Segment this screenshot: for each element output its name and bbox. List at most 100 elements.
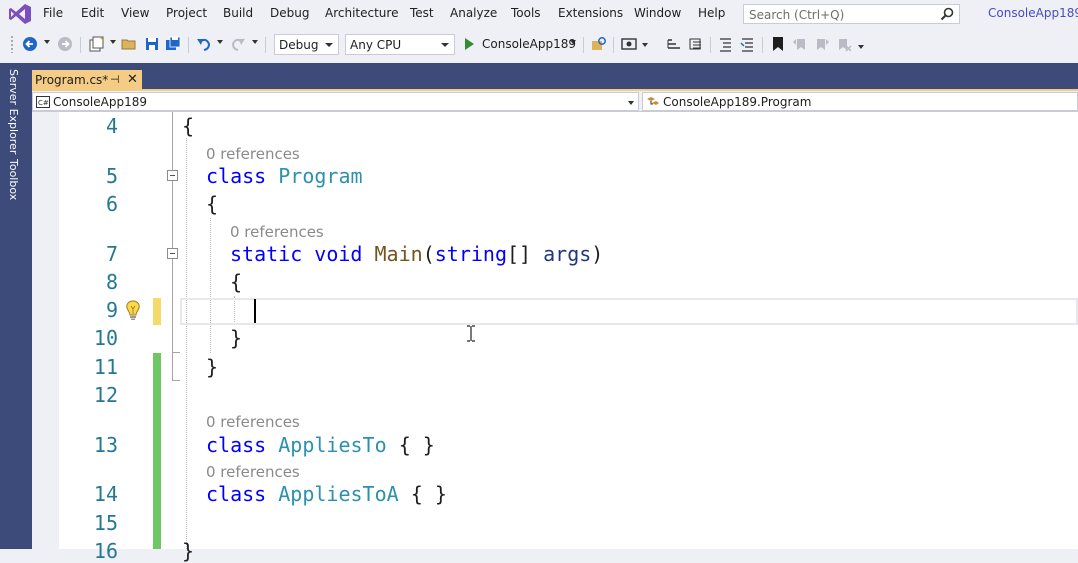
tab-label: Program.cs* xyxy=(35,73,109,87)
menu-help[interactable]: Help xyxy=(698,6,725,20)
keyword-class: class xyxy=(206,482,267,506)
search-icon xyxy=(940,7,954,21)
forward-icon[interactable] xyxy=(57,36,73,52)
type-dropdown[interactable]: ConsoleApp189.Program xyxy=(642,92,1078,111)
chevron-down-icon xyxy=(628,101,634,105)
visual-studio-logo-icon[interactable] xyxy=(8,3,32,25)
toolbar-separator xyxy=(762,37,763,53)
parameter-args: args xyxy=(543,242,592,266)
project-value: ConsoleApp189 xyxy=(53,95,147,109)
code-open-namespace-brace: { xyxy=(182,114,195,138)
left-dock-strip: Server Explorer Toolbox xyxy=(0,63,32,549)
code-close-class-brace: } xyxy=(206,355,219,379)
chevron-down-icon xyxy=(325,43,333,47)
next-bookmark-icon[interactable] xyxy=(814,36,830,52)
menu-build[interactable]: Build xyxy=(223,6,253,20)
current-line-highlight xyxy=(180,298,1078,325)
undo-icon[interactable] xyxy=(196,36,212,52)
uncomment-lines-icon[interactable] xyxy=(740,36,756,52)
new-project-icon[interactable] xyxy=(88,36,104,52)
step-over-icon[interactable] xyxy=(666,36,682,52)
toolbar-separator xyxy=(710,37,711,53)
indent-guide xyxy=(186,138,187,549)
codelens-references[interactable]: 0 references xyxy=(230,223,324,241)
pin-icon[interactable]: ⊣ xyxy=(110,73,120,86)
find-in-files-icon[interactable] xyxy=(591,36,607,52)
dropdown-icon[interactable] xyxy=(642,43,648,47)
toolbar-grip[interactable] xyxy=(10,35,14,53)
platform-value: Any CPU xyxy=(350,38,402,52)
menu-debug[interactable]: Debug xyxy=(270,6,309,20)
line-number: 5 xyxy=(105,164,118,188)
empty-class-body: { } xyxy=(398,433,435,457)
menu-extensions[interactable]: Extensions xyxy=(558,6,623,20)
clear-bookmarks-icon[interactable] xyxy=(836,36,852,52)
redo-icon[interactable] xyxy=(230,36,246,52)
menu-test[interactable]: Test xyxy=(410,6,434,20)
save-all-icon[interactable] xyxy=(165,36,181,52)
class-icon xyxy=(647,97,659,105)
toolbar-overflow-icon[interactable] xyxy=(858,45,864,49)
open-icon[interactable] xyxy=(121,36,137,52)
menu-view[interactable]: View xyxy=(121,6,149,20)
keyword-string: string xyxy=(434,242,507,266)
code-editor[interactable] xyxy=(32,112,1078,549)
codelens-references[interactable]: 0 references xyxy=(206,463,300,481)
bookmark-icon[interactable] xyxy=(770,36,786,52)
code-line-class-appliestoa: class AppliesToA { } xyxy=(206,482,447,506)
toolbar-separator xyxy=(613,37,614,53)
type-name-program: Program xyxy=(278,164,363,188)
menu-tools[interactable]: Tools xyxy=(511,6,541,20)
code-open-class-brace: { xyxy=(206,192,219,216)
project-dropdown[interactable]: C# ConsoleApp189 xyxy=(32,92,639,111)
tab-program-cs[interactable]: Program.cs* ⊣ ✕ xyxy=(32,70,142,90)
toolbar-separator xyxy=(265,37,266,53)
start-icon[interactable] xyxy=(462,37,476,51)
outline-line xyxy=(172,112,173,170)
toolbar-separator xyxy=(583,37,584,53)
step-into-icon[interactable] xyxy=(688,36,704,52)
undo-dropdown-icon[interactable] xyxy=(217,40,223,44)
keyword-class: class xyxy=(206,164,267,188)
menu-project[interactable]: Project xyxy=(166,6,207,20)
codelens-references[interactable]: 0 references xyxy=(206,145,300,163)
line-number: 15 xyxy=(93,511,118,535)
code-line-class-appliesto: class AppliesTo { } xyxy=(206,433,435,457)
search-input[interactable]: Search (Ctrl+Q) xyxy=(743,4,960,24)
back-dropdown-icon[interactable] xyxy=(44,40,50,44)
collapse-class-program-icon[interactable] xyxy=(167,170,178,181)
platform-select[interactable]: Any CPU xyxy=(345,34,455,55)
codelens-references[interactable]: 0 references xyxy=(206,413,300,431)
menu-edit[interactable]: Edit xyxy=(81,6,104,20)
menu-window[interactable]: Window xyxy=(634,6,681,20)
lightbulb-icon[interactable] xyxy=(124,299,142,321)
document-tab-strip xyxy=(32,63,1078,91)
line-number: 12 xyxy=(93,383,118,407)
menu-architecture[interactable]: Architecture xyxy=(325,6,398,20)
comment-lines-icon[interactable] xyxy=(718,36,734,52)
new-project-dropdown-icon[interactable] xyxy=(110,40,116,44)
save-icon[interactable] xyxy=(144,36,160,52)
ibeam-cursor-icon xyxy=(467,325,475,342)
prev-bookmark-icon[interactable] xyxy=(792,36,808,52)
toolbar-separator xyxy=(188,37,189,53)
line-number: 11 xyxy=(93,355,118,379)
back-icon[interactable] xyxy=(22,36,38,52)
code-close-namespace-brace: } xyxy=(182,539,195,563)
server-explorer-tab[interactable]: Server Explorer xyxy=(7,69,20,154)
redo-dropdown-icon[interactable] xyxy=(252,40,258,44)
code-line-class-program: class Program xyxy=(206,164,363,188)
outline-end-tick xyxy=(172,352,180,353)
configuration-select[interactable]: Debug xyxy=(274,34,339,55)
code-open-method-brace: { xyxy=(230,270,243,294)
collapse-method-main-icon[interactable] xyxy=(167,248,178,259)
menu-bar: File Edit View Project Build Debug Archi… xyxy=(0,0,1078,29)
outline-line xyxy=(172,353,173,381)
editor-glyph-margin[interactable] xyxy=(32,112,59,549)
menu-analyze[interactable]: Analyze xyxy=(450,6,497,20)
toolbox-tab[interactable]: Toolbox xyxy=(7,159,20,200)
screenshot-icon[interactable] xyxy=(621,36,637,52)
menu-file[interactable]: File xyxy=(43,6,63,20)
start-target-label[interactable]: ConsoleApp189 xyxy=(482,37,576,51)
close-icon[interactable]: ✕ xyxy=(127,72,138,87)
